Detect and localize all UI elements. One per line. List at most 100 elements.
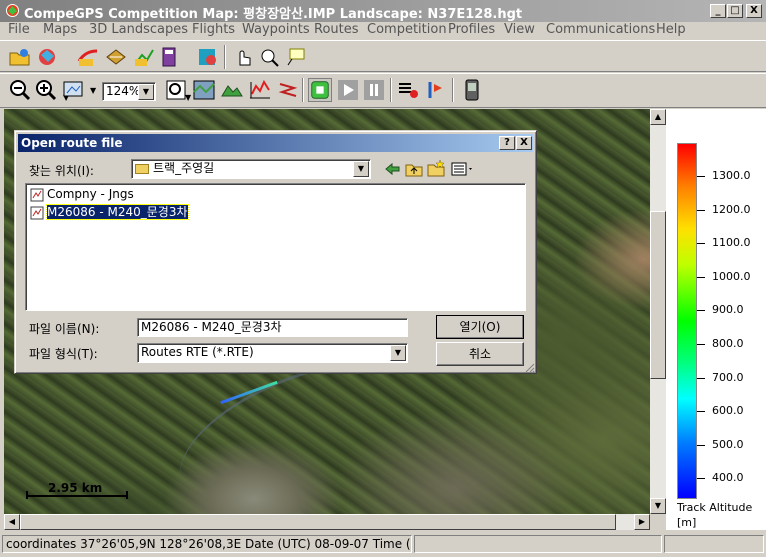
altitude-color-scale <box>677 143 697 499</box>
filetype-value: Routes RTE (*.RTE) <box>141 345 254 359</box>
menu-file[interactable]: File <box>8 22 30 37</box>
scroll-left-button[interactable]: ◀ <box>4 514 20 530</box>
toolbar-separator <box>452 78 454 102</box>
window-title: CompeGPS Competition Map: 평창장암산.IMP Land… <box>24 7 523 22</box>
file-item[interactable]: Compny - Jngs <box>30 186 134 202</box>
filename-value: M26086 - M240_문경3차 <box>141 320 282 334</box>
menu-competition[interactable]: Competition <box>367 22 447 37</box>
legend-tick-label: 400.0 <box>712 471 744 485</box>
up-folder-icon[interactable] <box>405 161 423 177</box>
menu-waypoints[interactable]: Waypoints <box>242 22 310 37</box>
menu-help[interactable]: Help <box>656 22 686 37</box>
scroll-right-button[interactable]: ▶ <box>634 514 650 530</box>
app-logo-icon <box>6 4 19 17</box>
map-open-icon[interactable] <box>36 45 60 69</box>
3d-view-icon[interactable] <box>220 78 244 102</box>
filetype-select[interactable]: Routes RTE (*.RTE) ▼ <box>137 343 408 363</box>
title-bar: CompeGPS Competition Map: 평창장암산.IMP Land… <box>0 0 766 22</box>
play-icon[interactable] <box>336 78 360 102</box>
status-cell <box>664 535 764 553</box>
menu-routes[interactable]: Routes <box>314 22 359 37</box>
dialog-close-button[interactable]: X <box>516 136 532 150</box>
menu-view[interactable]: View <box>504 22 535 37</box>
gps-receive-icon[interactable] <box>396 78 420 102</box>
legend-tick <box>697 310 705 312</box>
gps-send-icon[interactable] <box>424 78 448 102</box>
legend-tick-label: 600.0 <box>712 404 744 418</box>
chevron-down-icon[interactable]: ▼ <box>353 161 369 177</box>
legend-tick <box>697 411 705 413</box>
open-route-dialog: Open route file ? X 찾는 위치(I): 트랙_주영길 ▼ C… <box>14 130 537 374</box>
zoom-in-icon[interactable] <box>34 78 58 102</box>
main-toolbar: ▼ ▼ <box>0 40 766 102</box>
waypoint-tool-icon[interactable] <box>258 45 282 69</box>
legend-tick <box>697 377 705 379</box>
help-button[interactable]: ? <box>499 136 515 150</box>
file-list[interactable]: Compny - Jngs M26086 - M240_문경3차 <box>25 183 526 311</box>
waypoints-open-icon[interactable] <box>104 45 128 69</box>
chevron-down-icon[interactable]: ▼ <box>390 345 406 361</box>
open-folder-icon[interactable] <box>8 45 32 69</box>
menu-maps[interactable]: Maps <box>43 22 77 37</box>
scale-label: 2.95 km <box>48 481 103 495</box>
zoom-level-select[interactable]: 124% ▼ <box>102 82 156 101</box>
menu-bar: File Maps 3D Landscapes Flights Waypoint… <box>0 21 766 40</box>
route-open-icon[interactable] <box>132 45 156 69</box>
stop-icon[interactable] <box>308 78 332 102</box>
maximize-button[interactable]: □ <box>727 4 743 18</box>
minimize-button[interactable]: _ <box>710 4 726 18</box>
toolbar-separator <box>302 78 304 102</box>
zoom-fit-icon[interactable] <box>62 78 86 102</box>
look-in-select[interactable]: 트랙_주영길 ▼ <box>131 159 371 179</box>
scroll-down-button[interactable]: ▼ <box>650 498 666 514</box>
cancel-button[interactable]: 취소 <box>436 342 524 366</box>
close-button[interactable]: X <box>746 4 762 18</box>
zoom-out-icon[interactable] <box>8 78 32 102</box>
altitude-legend: 1300.0 1200.0 1100.0 1000.0 900.0 800.0 700.0 6… <box>666 109 766 530</box>
scale-tick <box>126 491 128 499</box>
competition-icon[interactable] <box>196 45 220 69</box>
dialog-title: Open route file <box>21 136 123 150</box>
menu-communications[interactable]: Communications <box>546 22 655 37</box>
status-cell <box>414 535 662 553</box>
hand-pointer-icon[interactable] <box>232 45 256 69</box>
zoom-window-icon[interactable] <box>164 78 188 102</box>
open-button[interactable]: 열기(O) <box>436 315 524 339</box>
map-view-icon[interactable] <box>192 78 216 102</box>
folder-icon <box>135 163 149 174</box>
menu-profiles[interactable]: Profiles <box>448 22 495 37</box>
horizontal-scrollbar[interactable]: ◀ ▶ <box>4 514 650 530</box>
gps-device-icon[interactable] <box>460 78 484 102</box>
vertical-scroll-thumb[interactable] <box>650 211 666 379</box>
legend-tick-label: 1200.0 <box>712 202 751 216</box>
profile-chart-icon[interactable] <box>248 78 272 102</box>
legend-title: Track Altitude <box>677 501 753 514</box>
horizontal-scroll-thumb[interactable] <box>20 514 616 530</box>
back-arrow-icon[interactable] <box>383 161 401 177</box>
flight-open-icon[interactable] <box>76 45 100 69</box>
view-toolbar: ▼ 124% ▼ <box>0 73 766 108</box>
view-menu-icon[interactable] <box>451 161 475 177</box>
file-name: Compny - Jngs <box>47 187 134 201</box>
legend-tick-label: 500.0 <box>712 437 744 451</box>
route-file-icon <box>30 188 44 201</box>
pause-icon[interactable] <box>362 78 386 102</box>
file-item-selected[interactable]: M26086 - M240_문경3차 <box>30 204 189 220</box>
note-tool-icon[interactable] <box>284 45 308 69</box>
menu-3d-landscapes[interactable]: 3D Landscapes <box>89 22 188 37</box>
status-bar: coordinates 37°26'05,9N 128°26'08,3E Dat… <box>0 533 766 557</box>
resize-grip-icon[interactable] <box>523 361 535 373</box>
filename-input[interactable]: M26086 - M240_문경3차 <box>137 318 408 337</box>
track-analysis-icon[interactable] <box>276 78 300 102</box>
legend-tick <box>697 478 705 480</box>
dropdown-arrow-icon[interactable]: ▼ <box>90 86 96 95</box>
filename-label: 파일 이름(N): <box>29 322 100 336</box>
legend-tick <box>697 176 705 177</box>
chevron-down-icon[interactable]: ▼ <box>138 84 154 100</box>
scroll-up-button[interactable]: ▲ <box>650 109 666 125</box>
coordinates-status: coordinates 37°26'05,9N 128°26'08,3E Dat… <box>2 535 412 553</box>
vertical-scrollbar[interactable]: ▲ ▼ <box>650 109 666 514</box>
book-icon[interactable] <box>158 45 182 69</box>
new-folder-icon[interactable] <box>427 159 445 177</box>
menu-flights[interactable]: Flights <box>192 22 235 37</box>
